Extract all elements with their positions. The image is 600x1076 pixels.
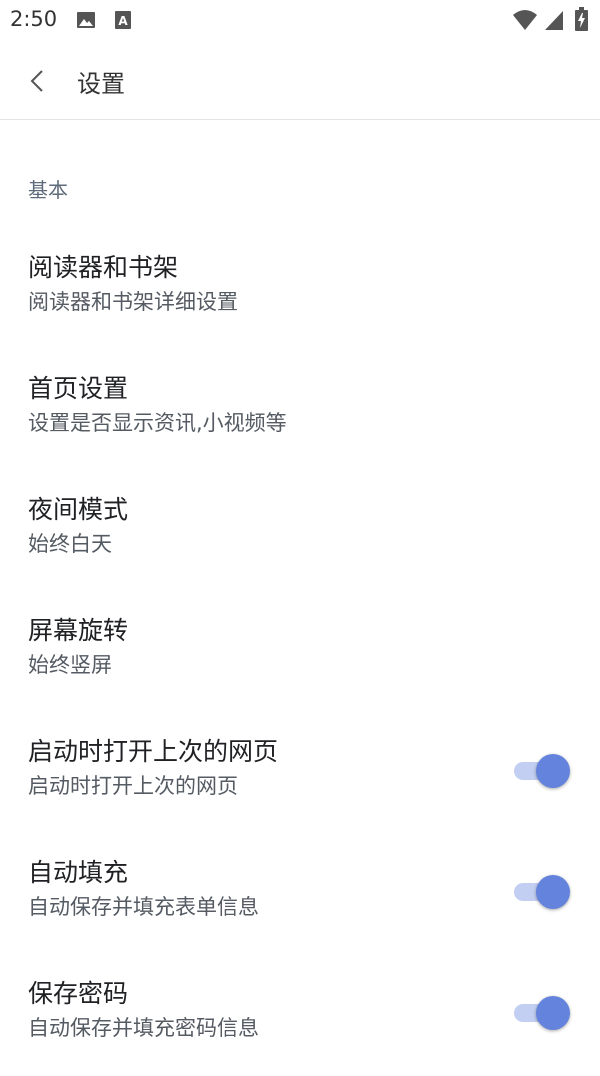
- setting-autofill[interactable]: 自动填充 自动保存并填充表单信息: [0, 845, 600, 955]
- setting-subtitle: 自动保存并填充密码信息: [28, 1016, 259, 1040]
- text-a-icon: A: [114, 10, 132, 34]
- setting-subtitle: 启动时打开上次的网页: [28, 774, 238, 798]
- setting-subtitle: 始终竖屏: [28, 653, 112, 677]
- svg-text:A: A: [118, 14, 128, 28]
- section-header: 基本: [28, 178, 68, 202]
- setting-subtitle: 自动保存并填充表单信息: [28, 895, 259, 919]
- signal-icon: [544, 9, 564, 35]
- autofill-toggle[interactable]: [514, 873, 570, 909]
- setting-title: 夜间模式: [28, 495, 129, 524]
- status-bar: 2:50 A: [0, 0, 600, 40]
- setting-subtitle: 设置是否显示资讯,小视频等: [28, 411, 287, 435]
- page-title: 设置: [77, 70, 125, 98]
- setting-title: 阅读器和书架: [28, 253, 179, 282]
- app-bar: 设置: [0, 40, 600, 120]
- setting-subtitle: 始终白天: [28, 532, 112, 556]
- setting-restore-last-page[interactable]: 启动时打开上次的网页 启动时打开上次的网页: [0, 724, 600, 834]
- toggle-thumb: [536, 875, 570, 909]
- setting-homepage[interactable]: 首页设置 设置是否显示资讯,小视频等: [0, 361, 600, 471]
- setting-title: 首页设置: [28, 374, 129, 403]
- wifi-icon: [512, 9, 538, 35]
- setting-subtitle: 阅读器和书架详细设置: [28, 290, 238, 314]
- setting-reader-bookshelf[interactable]: 阅读器和书架 阅读器和书架详细设置: [0, 240, 600, 350]
- setting-night-mode[interactable]: 夜间模式 始终白天: [0, 482, 600, 592]
- save-password-toggle[interactable]: [514, 994, 570, 1030]
- battery-charging-icon: [575, 7, 588, 35]
- status-time: 2:50: [10, 7, 58, 31]
- setting-title: 启动时打开上次的网页: [28, 737, 279, 766]
- setting-title: 自动填充: [28, 858, 129, 887]
- setting-title: 保存密码: [28, 979, 129, 1008]
- restore-last-page-toggle[interactable]: [514, 752, 570, 788]
- setting-title: 屏幕旋转: [28, 616, 129, 645]
- back-button[interactable]: [18, 62, 58, 102]
- chevron-left-icon: [18, 70, 58, 106]
- toggle-thumb: [536, 754, 570, 788]
- setting-screen-rotation[interactable]: 屏幕旋转 始终竖屏: [0, 603, 600, 713]
- setting-save-password[interactable]: 保存密码 自动保存并填充密码信息: [0, 966, 600, 1076]
- toggle-thumb: [536, 996, 570, 1030]
- image-icon: [76, 10, 96, 34]
